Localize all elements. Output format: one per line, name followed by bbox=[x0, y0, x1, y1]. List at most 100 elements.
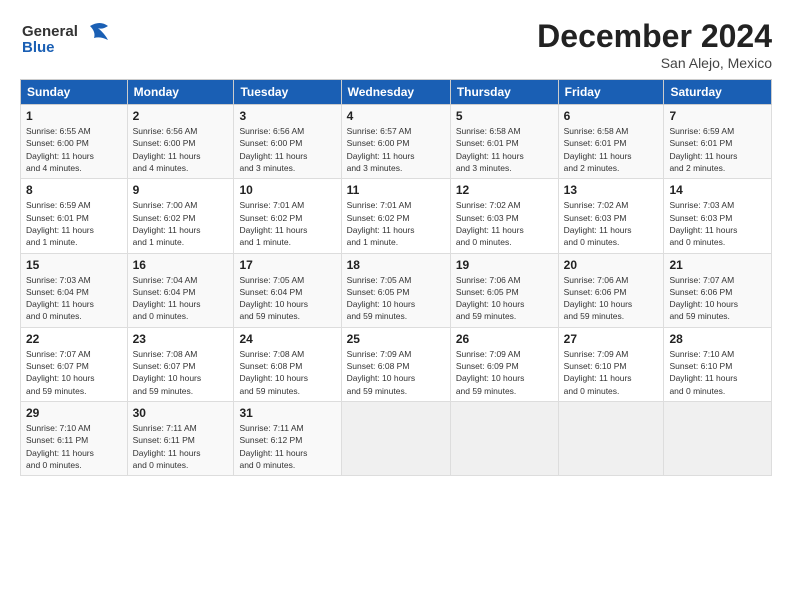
day-info: Sunrise: 7:07 AM Sunset: 6:07 PM Dayligh… bbox=[26, 348, 122, 397]
calendar-cell: 3 Sunrise: 6:56 AM Sunset: 6:00 PM Daylig… bbox=[234, 105, 341, 179]
svg-text:Blue: Blue bbox=[22, 39, 55, 56]
calendar-cell: 4 Sunrise: 6:57 AM Sunset: 6:00 PM Daylig… bbox=[341, 105, 450, 179]
calendar-cell bbox=[450, 402, 558, 476]
day-number: 3 bbox=[239, 109, 335, 123]
day-info: Sunrise: 7:10 AM Sunset: 6:11 PM Dayligh… bbox=[26, 422, 122, 471]
calendar-cell bbox=[664, 402, 772, 476]
day-info: Sunrise: 7:01 AM Sunset: 6:02 PM Dayligh… bbox=[239, 199, 335, 248]
day-info: Sunrise: 6:58 AM Sunset: 6:01 PM Dayligh… bbox=[456, 125, 553, 174]
day-info: Sunrise: 7:04 AM Sunset: 6:04 PM Dayligh… bbox=[133, 274, 229, 323]
calendar-cell: 10 Sunrise: 7:01 AM Sunset: 6:02 PM Dayli… bbox=[234, 179, 341, 253]
col-header-thursday: Thursday bbox=[450, 80, 558, 105]
day-number: 28 bbox=[669, 332, 766, 346]
logo-svg: General Blue bbox=[20, 18, 115, 60]
day-number: 20 bbox=[564, 258, 659, 272]
calendar-cell: 6Sunrise: 6:58 AM Sunset: 6:01 PM Daylig… bbox=[558, 105, 664, 179]
calendar-cell: 8Sunrise: 6:59 AM Sunset: 6:01 PM Daylig… bbox=[21, 179, 128, 253]
calendar-cell: 20 Sunrise: 7:06 AM Sunset: 6:06 PM Dayli… bbox=[558, 253, 664, 327]
calendar-cell: 7 Sunrise: 6:59 AM Sunset: 6:01 PM Daylig… bbox=[664, 105, 772, 179]
day-number: 14 bbox=[669, 183, 766, 197]
calendar-cell: 13Sunrise: 7:02 AM Sunset: 6:03 PM Dayli… bbox=[558, 179, 664, 253]
day-info: Sunrise: 7:08 AM Sunset: 6:07 PM Dayligh… bbox=[133, 348, 229, 397]
day-info: Sunrise: 7:02 AM Sunset: 6:03 PM Dayligh… bbox=[456, 199, 553, 248]
calendar-cell: 26Sunrise: 7:09 AM Sunset: 6:09 PM Dayli… bbox=[450, 327, 558, 401]
day-info: Sunrise: 7:09 AM Sunset: 6:10 PM Dayligh… bbox=[564, 348, 659, 397]
day-number: 2 bbox=[133, 109, 229, 123]
calendar-cell: 19 Sunrise: 7:06 AM Sunset: 6:05 PM Dayli… bbox=[450, 253, 558, 327]
day-info: Sunrise: 7:03 AM Sunset: 6:03 PM Dayligh… bbox=[669, 199, 766, 248]
day-number: 17 bbox=[239, 258, 335, 272]
calendar-cell: 22 Sunrise: 7:07 AM Sunset: 6:07 PM Dayli… bbox=[21, 327, 128, 401]
day-info: Sunrise: 7:07 AM Sunset: 6:06 PM Dayligh… bbox=[669, 274, 766, 323]
day-number: 7 bbox=[669, 109, 766, 123]
day-number: 19 bbox=[456, 258, 553, 272]
day-number: 30 bbox=[133, 406, 229, 420]
day-info: Sunrise: 7:06 AM Sunset: 6:06 PM Dayligh… bbox=[564, 274, 659, 323]
day-number: 26 bbox=[456, 332, 553, 346]
calendar-week-row: 29 Sunrise: 7:10 AM Sunset: 6:11 PM Dayli… bbox=[21, 402, 772, 476]
day-info: Sunrise: 7:05 AM Sunset: 6:04 PM Dayligh… bbox=[239, 274, 335, 323]
calendar-cell bbox=[558, 402, 664, 476]
calendar-cell: 27 Sunrise: 7:09 AM Sunset: 6:10 PM Dayli… bbox=[558, 327, 664, 401]
day-info: Sunrise: 7:06 AM Sunset: 6:05 PM Dayligh… bbox=[456, 274, 553, 323]
day-number: 12 bbox=[456, 183, 553, 197]
day-info: Sunrise: 6:57 AM Sunset: 6:00 PM Dayligh… bbox=[347, 125, 445, 174]
day-info: Sunrise: 7:10 AM Sunset: 6:10 PM Dayligh… bbox=[669, 348, 766, 397]
day-number: 10 bbox=[239, 183, 335, 197]
calendar-cell: 29 Sunrise: 7:10 AM Sunset: 6:11 PM Dayli… bbox=[21, 402, 128, 476]
calendar-cell: 17 Sunrise: 7:05 AM Sunset: 6:04 PM Dayli… bbox=[234, 253, 341, 327]
col-header-tuesday: Tuesday bbox=[234, 80, 341, 105]
svg-text:General: General bbox=[22, 23, 78, 40]
day-number: 23 bbox=[133, 332, 229, 346]
day-number: 29 bbox=[26, 406, 122, 420]
calendar-week-row: 22 Sunrise: 7:07 AM Sunset: 6:07 PM Dayli… bbox=[21, 327, 772, 401]
day-number: 22 bbox=[26, 332, 122, 346]
calendar-cell: 2 Sunrise: 6:56 AM Sunset: 6:00 PM Daylig… bbox=[127, 105, 234, 179]
calendar-cell: 12 Sunrise: 7:02 AM Sunset: 6:03 PM Dayli… bbox=[450, 179, 558, 253]
calendar-week-row: 1Sunrise: 6:55 AM Sunset: 6:00 PM Daylig… bbox=[21, 105, 772, 179]
calendar-table: SundayMondayTuesdayWednesdayThursdayFrid… bbox=[20, 79, 772, 476]
location-title: San Alejo, Mexico bbox=[537, 55, 772, 71]
calendar-cell: 28 Sunrise: 7:10 AM Sunset: 6:10 PM Dayli… bbox=[664, 327, 772, 401]
day-info: Sunrise: 7:08 AM Sunset: 6:08 PM Dayligh… bbox=[239, 348, 335, 397]
day-info: Sunrise: 6:55 AM Sunset: 6:00 PM Dayligh… bbox=[26, 125, 122, 174]
calendar-cell: 18Sunrise: 7:05 AM Sunset: 6:05 PM Dayli… bbox=[341, 253, 450, 327]
day-info: Sunrise: 6:56 AM Sunset: 6:00 PM Dayligh… bbox=[239, 125, 335, 174]
calendar-cell: 14 Sunrise: 7:03 AM Sunset: 6:03 PM Dayli… bbox=[664, 179, 772, 253]
calendar-cell: 23 Sunrise: 7:08 AM Sunset: 6:07 PM Dayli… bbox=[127, 327, 234, 401]
day-number: 13 bbox=[564, 183, 659, 197]
page: General Blue December 2024 San Alejo, Me… bbox=[0, 0, 792, 612]
day-number: 15 bbox=[26, 258, 122, 272]
logo: General Blue bbox=[20, 18, 115, 65]
day-number: 5 bbox=[456, 109, 553, 123]
day-info: Sunrise: 6:59 AM Sunset: 6:01 PM Dayligh… bbox=[669, 125, 766, 174]
day-number: 27 bbox=[564, 332, 659, 346]
col-header-sunday: Sunday bbox=[21, 80, 128, 105]
col-header-wednesday: Wednesday bbox=[341, 80, 450, 105]
day-number: 31 bbox=[239, 406, 335, 420]
calendar-cell: 16Sunrise: 7:04 AM Sunset: 6:04 PM Dayli… bbox=[127, 253, 234, 327]
day-info: Sunrise: 7:11 AM Sunset: 6:12 PM Dayligh… bbox=[239, 422, 335, 471]
day-number: 8 bbox=[26, 183, 122, 197]
calendar-cell: 15 Sunrise: 7:03 AM Sunset: 6:04 PM Dayli… bbox=[21, 253, 128, 327]
day-number: 24 bbox=[239, 332, 335, 346]
day-number: 11 bbox=[347, 183, 445, 197]
day-number: 4 bbox=[347, 109, 445, 123]
header: General Blue December 2024 San Alejo, Me… bbox=[20, 18, 772, 71]
day-info: Sunrise: 6:56 AM Sunset: 6:00 PM Dayligh… bbox=[133, 125, 229, 174]
calendar-cell: 24 Sunrise: 7:08 AM Sunset: 6:08 PM Dayli… bbox=[234, 327, 341, 401]
calendar-cell bbox=[341, 402, 450, 476]
day-info: Sunrise: 7:03 AM Sunset: 6:04 PM Dayligh… bbox=[26, 274, 122, 323]
calendar-cell: 5 Sunrise: 6:58 AM Sunset: 6:01 PM Daylig… bbox=[450, 105, 558, 179]
day-info: Sunrise: 7:09 AM Sunset: 6:08 PM Dayligh… bbox=[347, 348, 445, 397]
calendar-cell: 31 Sunrise: 7:11 AM Sunset: 6:12 PM Dayli… bbox=[234, 402, 341, 476]
day-info: Sunrise: 7:01 AM Sunset: 6:02 PM Dayligh… bbox=[347, 199, 445, 248]
calendar-cell: 21Sunrise: 7:07 AM Sunset: 6:06 PM Dayli… bbox=[664, 253, 772, 327]
calendar-week-row: 15 Sunrise: 7:03 AM Sunset: 6:04 PM Dayli… bbox=[21, 253, 772, 327]
calendar-header-row: SundayMondayTuesdayWednesdayThursdayFrid… bbox=[21, 80, 772, 105]
calendar-week-row: 8Sunrise: 6:59 AM Sunset: 6:01 PM Daylig… bbox=[21, 179, 772, 253]
day-info: Sunrise: 6:58 AM Sunset: 6:01 PM Dayligh… bbox=[564, 125, 659, 174]
day-info: Sunrise: 7:11 AM Sunset: 6:11 PM Dayligh… bbox=[133, 422, 229, 471]
col-header-friday: Friday bbox=[558, 80, 664, 105]
calendar-cell: 1Sunrise: 6:55 AM Sunset: 6:00 PM Daylig… bbox=[21, 105, 128, 179]
